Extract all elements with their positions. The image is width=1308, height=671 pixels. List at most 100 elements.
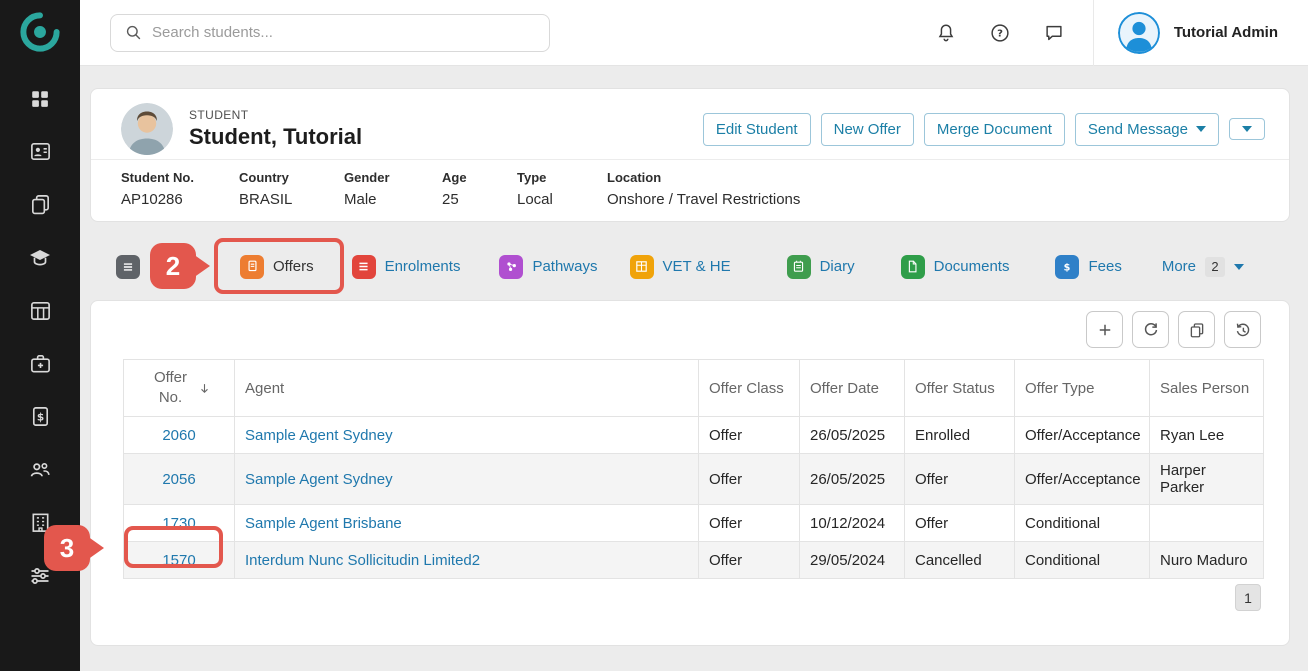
column-header-sales-person[interactable]: Sales Person bbox=[1150, 360, 1264, 417]
tab-hidden[interactable] bbox=[116, 255, 140, 279]
user-name: Tutorial Admin bbox=[1174, 24, 1278, 41]
offers-table: Offer No. Agent Offer Class Offer Date O… bbox=[123, 359, 1264, 579]
agent-link[interactable]: Sample Agent Sydney bbox=[245, 427, 393, 444]
courses-icon bbox=[28, 246, 52, 270]
info-type: Type Local bbox=[517, 170, 607, 221]
notifications-bell-icon bbox=[935, 22, 957, 44]
info-location: Location Onshore / Travel Restrictions bbox=[607, 170, 800, 221]
notifications-button[interactable] bbox=[931, 18, 961, 48]
student-header-card: STUDENT Student, Tutorial Edit Student N… bbox=[90, 88, 1290, 222]
caret-down-icon bbox=[1242, 126, 1252, 132]
offer-no-link[interactable]: 2056 bbox=[162, 471, 195, 488]
tab-vet-he[interactable]: VET & HE bbox=[630, 255, 731, 279]
student-actions: Edit Student New Offer Merge Document Se… bbox=[703, 113, 1265, 146]
column-header-agent[interactable]: Agent bbox=[235, 360, 699, 417]
student-name: Student, Tutorial bbox=[189, 124, 362, 150]
user-menu[interactable]: Tutorial Admin bbox=[1118, 0, 1308, 65]
topbar: ? Tutorial Admin bbox=[80, 0, 1308, 66]
app-logo-icon bbox=[19, 11, 61, 53]
table-row: 2056 Sample Agent Sydney Offer 26/05/202… bbox=[124, 454, 1264, 505]
agent-link[interactable]: Sample Agent Brisbane bbox=[245, 515, 402, 532]
table-row: 2060 Sample Agent Sydney Offer 26/05/202… bbox=[124, 417, 1264, 454]
history-button[interactable] bbox=[1224, 311, 1261, 348]
tab-pathways[interactable]: Pathways bbox=[499, 255, 597, 279]
agent-link[interactable]: Sample Agent Sydney bbox=[245, 471, 393, 488]
sidebar-item-services[interactable] bbox=[0, 337, 80, 390]
sidebar-item-courses[interactable] bbox=[0, 231, 80, 284]
offers-grid-card: Offer No. Agent Offer Class Offer Date O… bbox=[90, 300, 1290, 646]
tab-diary[interactable]: Diary bbox=[787, 255, 855, 279]
offers-tab-icon bbox=[240, 255, 264, 279]
caret-down-icon bbox=[1234, 264, 1244, 270]
refresh-button[interactable] bbox=[1132, 311, 1169, 348]
chat-button[interactable] bbox=[1039, 18, 1069, 48]
column-header-offer-type[interactable]: Offer Type bbox=[1015, 360, 1150, 417]
offer-no-link[interactable]: 2060 bbox=[162, 427, 195, 444]
student-search bbox=[110, 14, 550, 52]
table-row: 1570 Interdum Nunc Sollicitudin Limited2… bbox=[124, 542, 1264, 579]
vet-he-tab-icon bbox=[630, 255, 654, 279]
info-gender: Gender Male bbox=[344, 170, 442, 221]
sidebar-nav: $ bbox=[0, 72, 80, 602]
student-header-top: STUDENT Student, Tutorial Edit Student N… bbox=[91, 89, 1289, 159]
dashboard-icon bbox=[29, 88, 51, 110]
more-actions-dropdown-button[interactable] bbox=[1229, 118, 1265, 140]
merge-document-button[interactable]: Merge Document bbox=[924, 113, 1065, 146]
table-row: 1730 Sample Agent Brisbane Offer 10/12/2… bbox=[124, 505, 1264, 542]
column-header-offer-date[interactable]: Offer Date bbox=[800, 360, 905, 417]
column-header-offer-class[interactable]: Offer Class bbox=[699, 360, 800, 417]
tab-offers[interactable]: Offers bbox=[240, 255, 314, 279]
new-offer-button[interactable]: New Offer bbox=[821, 113, 914, 146]
caret-down-icon bbox=[1196, 126, 1206, 132]
search-input[interactable] bbox=[152, 24, 536, 41]
topbar-right: ? Tutorial Admin bbox=[931, 0, 1308, 65]
sort-descending-icon bbox=[198, 382, 211, 395]
sidebar-item-invoices[interactable]: $ bbox=[0, 390, 80, 443]
sidebar-item-timetable[interactable] bbox=[0, 284, 80, 337]
students-icon bbox=[29, 140, 52, 163]
diary-tab-icon bbox=[787, 255, 811, 279]
offers-nav-icon bbox=[29, 193, 52, 216]
send-message-button[interactable]: Send Message bbox=[1075, 113, 1219, 146]
agent-link[interactable]: Interdum Nunc Sollicitudin Limited2 bbox=[245, 552, 480, 569]
documents-tab-icon bbox=[901, 255, 925, 279]
student-type-label: STUDENT bbox=[189, 108, 362, 122]
invoices-icon: $ bbox=[29, 405, 52, 428]
sidebar-item-agents[interactable] bbox=[0, 443, 80, 496]
sidebar-item-students[interactable] bbox=[0, 125, 80, 178]
sidebar-item-dashboard[interactable] bbox=[0, 72, 80, 125]
info-student-no: Student No. AP10286 bbox=[121, 170, 239, 221]
copy-button[interactable] bbox=[1178, 311, 1215, 348]
hidden-tab-icon bbox=[116, 255, 140, 279]
table-header-row: Offer No. Agent Offer Class Offer Date O… bbox=[124, 360, 1264, 417]
offer-no-link-1570[interactable]: 1570 bbox=[162, 552, 195, 569]
offer-no-link[interactable]: 1730 bbox=[162, 515, 195, 532]
svg-text:$: $ bbox=[1064, 262, 1071, 273]
column-header-offer-status[interactable]: Offer Status bbox=[905, 360, 1015, 417]
annotation-step-2: 2 bbox=[150, 243, 196, 289]
refresh-icon bbox=[1142, 321, 1160, 339]
add-offer-button[interactable] bbox=[1086, 311, 1123, 348]
search-icon bbox=[124, 23, 143, 42]
tab-more[interactable]: More 2 bbox=[1162, 257, 1244, 277]
grid-toolbar bbox=[1086, 311, 1261, 348]
column-header-offer-no[interactable]: Offer No. bbox=[124, 360, 235, 417]
tab-documents[interactable]: Documents bbox=[901, 255, 1010, 279]
more-count-badge: 2 bbox=[1205, 257, 1225, 277]
edit-student-button[interactable]: Edit Student bbox=[703, 113, 811, 146]
services-icon bbox=[29, 352, 52, 375]
app-logo[interactable] bbox=[0, 0, 80, 64]
history-icon bbox=[1234, 321, 1252, 339]
help-button[interactable]: ? bbox=[985, 18, 1015, 48]
user-avatar bbox=[1118, 12, 1160, 54]
timetable-icon bbox=[29, 299, 52, 322]
sidebar-item-offers[interactable] bbox=[0, 178, 80, 231]
pagination-page-1[interactable]: 1 bbox=[1235, 584, 1261, 611]
fees-tab-icon: $ bbox=[1055, 255, 1079, 279]
app-root: $ bbox=[0, 0, 1308, 671]
tab-fees[interactable]: $ Fees bbox=[1055, 255, 1121, 279]
copy-icon bbox=[1188, 321, 1206, 339]
tab-enrolments[interactable]: Enrolments bbox=[352, 255, 461, 279]
svg-text:?: ? bbox=[997, 28, 1003, 39]
add-icon bbox=[1096, 321, 1114, 339]
